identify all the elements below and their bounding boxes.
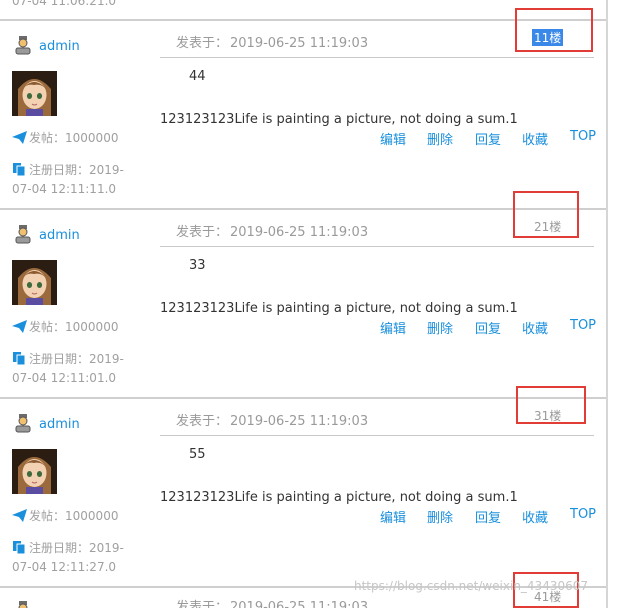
forum-post: admin 发帖：1000000 注册日期：2019- 07-04 12:11:…: [0, 399, 606, 588]
post-content: 123123123Life is painting a picture, not…: [160, 301, 518, 316]
favorite-link[interactable]: 收藏: [522, 318, 548, 337]
favorite-link[interactable]: 收藏: [522, 129, 548, 148]
register-date-rest: 07-04 12:11:11.0: [12, 182, 117, 196]
reply-number: 55: [189, 447, 206, 462]
post-time-value: 2019-06-25 11:19:03: [230, 225, 369, 240]
register-date-rest: 07-04 12:11:01.0: [12, 371, 117, 385]
annotation-box: [513, 191, 579, 238]
register-date-label: 注册日期：2019-: [29, 352, 124, 366]
avatar: [12, 260, 57, 305]
post-actions: 编辑 删除 回复 收藏 TOP: [0, 318, 606, 337]
delete-link[interactable]: 删除: [427, 129, 453, 148]
avatar: [12, 71, 57, 116]
post-time-label: 发表于：: [176, 414, 229, 429]
register-date: 注册日期：2019-: [12, 539, 124, 556]
post-time: 发表于： 2019-06-25 11:19:03: [176, 221, 368, 240]
top-link[interactable]: TOP: [570, 507, 596, 522]
reply-link[interactable]: 回复: [475, 129, 501, 148]
post-content: 123123123Life is painting a picture, not…: [160, 112, 518, 127]
favorite-link[interactable]: 收藏: [522, 507, 548, 526]
page-right-border: [606, 0, 608, 608]
calendar-copy-icon: [13, 541, 26, 554]
top-link[interactable]: TOP: [570, 318, 596, 333]
post-content: 123123123Life is painting a picture, not…: [160, 490, 518, 505]
calendar-copy-icon: [13, 163, 26, 176]
delete-link[interactable]: 删除: [427, 318, 453, 337]
user-icon: [15, 225, 31, 244]
register-date-label: 注册日期：2019-: [29, 163, 124, 177]
user-icon: [15, 36, 31, 55]
user-icon: [18, 601, 28, 608]
annotation-box: [516, 386, 586, 424]
register-date-label: 注册日期：2019-: [29, 541, 124, 555]
reply-number: 44: [189, 69, 206, 84]
post-divider: [160, 435, 594, 436]
post-time: 发表于： 2019-06-25 11:19:03: [176, 596, 368, 608]
edit-link[interactable]: 编辑: [380, 318, 406, 337]
register-date: 注册日期：2019-: [12, 350, 124, 367]
previous-reg-date-fragment: 07-04 11:06:21.0: [12, 0, 117, 8]
post-time-label: 发表于：: [176, 36, 229, 51]
post-actions: 编辑 删除 回复 收藏 TOP: [0, 507, 606, 526]
reply-link[interactable]: 回复: [475, 318, 501, 337]
post-actions: 编辑 删除 回复 收藏 TOP: [0, 129, 606, 148]
annotation-box: [515, 8, 593, 52]
username-link[interactable]: admin: [39, 39, 80, 54]
top-link[interactable]: TOP: [570, 129, 596, 144]
edit-link[interactable]: 编辑: [380, 507, 406, 526]
edit-link[interactable]: 编辑: [380, 129, 406, 148]
reply-link[interactable]: 回复: [475, 507, 501, 526]
post-time-value: 2019-06-25 11:19:03: [230, 414, 369, 429]
post-time-value: 2019-06-25 11:19:03: [230, 36, 369, 51]
username-link[interactable]: admin: [39, 228, 80, 243]
post-divider: [160, 57, 594, 58]
register-date: 注册日期：2019-: [12, 161, 124, 178]
post-divider: [160, 246, 594, 247]
delete-link[interactable]: 删除: [427, 507, 453, 526]
register-date-rest: 07-04 12:11:27.0: [12, 560, 117, 574]
post-time-value: 2019-06-25 11:19:03: [230, 600, 369, 608]
forum-post: admin 发帖：1000000 注册日期：2019- 07-04 12:11:…: [0, 210, 606, 399]
avatar: [12, 449, 57, 494]
post-time: 发表于： 2019-06-25 11:19:03: [176, 32, 368, 51]
post-time-label: 发表于：: [176, 225, 229, 240]
watermark: https://blog.csdn.net/weixin_43430607: [354, 579, 589, 593]
calendar-copy-icon: [13, 352, 26, 365]
post-time: 发表于： 2019-06-25 11:19:03: [176, 410, 368, 429]
username-link[interactable]: admin: [39, 417, 80, 432]
reply-number: 33: [189, 258, 206, 273]
post-time-label: 发表于：: [176, 600, 229, 608]
user-icon: [15, 414, 31, 433]
